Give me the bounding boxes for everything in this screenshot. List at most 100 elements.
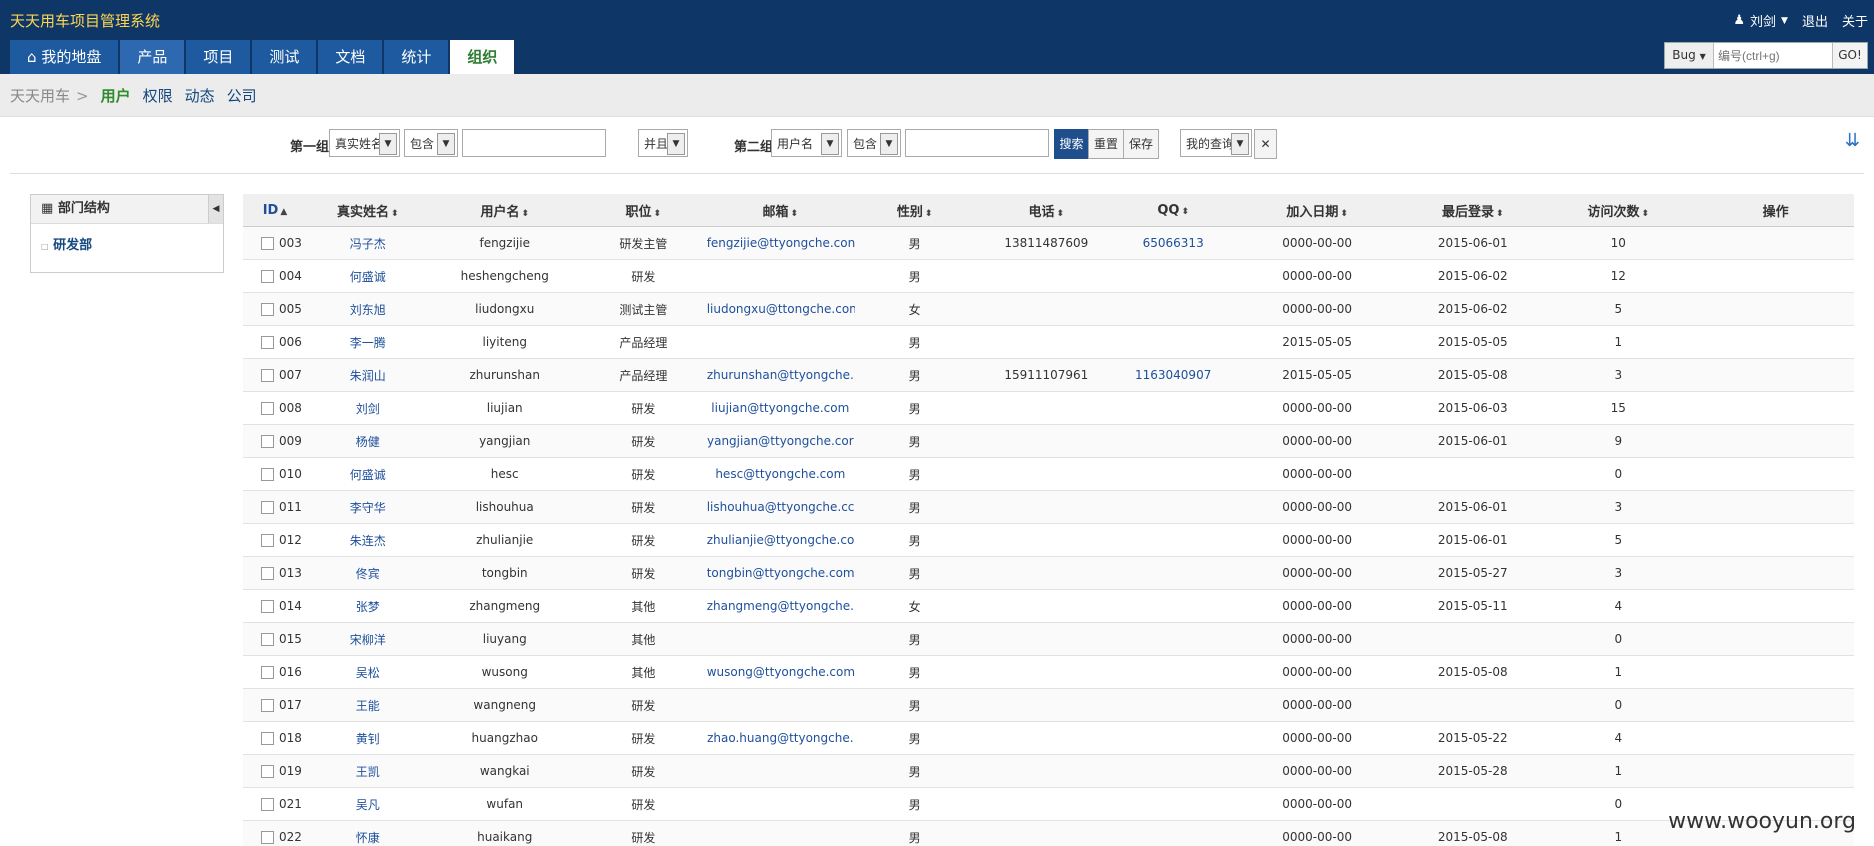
row-checkbox[interactable] — [261, 336, 274, 349]
group1-operator-select[interactable]: 包含 ▼ — [404, 129, 458, 157]
cell-realname[interactable]: 朱连杰 — [306, 523, 429, 557]
cell-email[interactable]: lishouhua@ttyongche.cc — [705, 490, 855, 524]
user-menu[interactable]: ♟ 刘剑 ▼ — [1733, 11, 1788, 30]
group1-field-select[interactable]: 真实姓名 ▼ — [329, 129, 400, 157]
row-checkbox[interactable] — [261, 501, 274, 514]
nav-tab-test[interactable]: 测试 — [252, 40, 317, 74]
logic-select[interactable]: 并且 ▼ — [638, 129, 688, 157]
nav-tab-org[interactable]: 组织 — [450, 40, 515, 74]
cell-email[interactable] — [705, 688, 855, 722]
row-checkbox[interactable] — [261, 798, 274, 811]
cell-qq[interactable] — [1118, 655, 1229, 689]
cell-realname[interactable]: 刘剑 — [306, 391, 429, 425]
cell-realname[interactable]: 吴松 — [306, 655, 429, 689]
column-header-visits[interactable]: 访问次数 ⬍ — [1539, 194, 1698, 227]
cell-qq[interactable] — [1118, 490, 1229, 524]
cell-qq[interactable] — [1118, 688, 1229, 722]
cell-qq[interactable] — [1118, 622, 1229, 656]
breadcrumb-home[interactable]: 天天用车 — [10, 85, 70, 106]
cell-email[interactable]: hesc@ttyongche.com — [705, 457, 855, 491]
nav-tab-my[interactable]: ⌂ 我的地盘 — [10, 40, 119, 74]
cell-qq[interactable]: 1163040907 — [1118, 358, 1229, 392]
cell-realname[interactable]: 李一腾 — [306, 325, 429, 359]
group2-value-input[interactable] — [905, 129, 1049, 157]
cell-email[interactable]: liujian@ttyongche.com — [705, 391, 855, 425]
cell-email[interactable]: fengzijie@ttyongche.con — [705, 226, 855, 260]
cell-realname[interactable]: 宋柳洋 — [306, 622, 429, 656]
group2-field-select[interactable]: 用户名 ▼ — [771, 129, 842, 157]
cell-qq[interactable] — [1118, 259, 1229, 293]
row-checkbox[interactable] — [261, 303, 274, 316]
column-header-phone[interactable]: 电话 ⬍ — [974, 194, 1119, 227]
search-button[interactable]: 搜索 — [1054, 129, 1089, 159]
about-link[interactable]: 关于 — [1842, 11, 1868, 30]
nav-tab-project[interactable]: 项目 — [186, 40, 251, 74]
cell-qq[interactable]: 65066313 — [1118, 226, 1229, 260]
cell-realname[interactable]: 王能 — [306, 688, 429, 722]
my-query-select[interactable]: 我的查询 ▼ — [1180, 129, 1252, 157]
cell-email[interactable] — [705, 622, 855, 656]
row-checkbox[interactable] — [261, 435, 274, 448]
row-checkbox[interactable] — [261, 468, 274, 481]
column-header-id[interactable]: ID ▲ — [243, 194, 307, 227]
row-checkbox[interactable] — [261, 831, 274, 844]
cell-realname[interactable]: 朱润山 — [306, 358, 429, 392]
row-checkbox[interactable] — [261, 732, 274, 745]
cell-realname[interactable]: 杨健 — [306, 424, 429, 458]
cell-email[interactable]: zhao.huang@ttyongche. — [705, 721, 855, 755]
cell-qq[interactable] — [1118, 523, 1229, 557]
column-header-username[interactable]: 用户名 ⬍ — [428, 194, 581, 227]
quick-search-go-button[interactable]: GO! — [1832, 43, 1867, 68]
cell-realname[interactable]: 刘东旭 — [306, 292, 429, 326]
row-checkbox[interactable] — [261, 567, 274, 580]
row-checkbox[interactable] — [261, 600, 274, 613]
subnav-activity[interactable]: 动态 — [185, 85, 215, 106]
column-header-email[interactable]: 邮箱 ⬍ — [705, 194, 855, 227]
cell-email[interactable]: zhulianjie@ttyongche.co — [705, 523, 855, 557]
column-header-last-login[interactable]: 最后登录 ⬍ — [1406, 194, 1540, 227]
row-checkbox[interactable] — [261, 402, 274, 415]
nav-tab-stat[interactable]: 统计 — [384, 40, 449, 74]
cell-qq[interactable] — [1118, 325, 1229, 359]
row-checkbox[interactable] — [261, 270, 274, 283]
cell-qq[interactable] — [1118, 589, 1229, 623]
cell-qq[interactable] — [1118, 787, 1229, 821]
cell-email[interactable]: zhurunshan@ttyongche. — [705, 358, 855, 392]
close-icon[interactable]: ✕ — [1254, 129, 1277, 159]
cell-realname[interactable]: 怀康 — [306, 820, 429, 846]
nav-tab-product[interactable]: 产品 — [120, 40, 185, 74]
column-header-join-date[interactable]: 加入日期 ⬍ — [1228, 194, 1407, 227]
column-header-realname[interactable]: 真实姓名 ⬍ — [306, 194, 429, 227]
group2-operator-select[interactable]: 包含 ▼ — [847, 129, 901, 157]
cell-qq[interactable] — [1118, 391, 1229, 425]
cell-realname[interactable]: 何盛诚 — [306, 457, 429, 491]
row-checkbox[interactable] — [261, 765, 274, 778]
column-header-role[interactable]: 职位 ⬍ — [580, 194, 706, 227]
cell-realname[interactable]: 王凯 — [306, 754, 429, 788]
cell-realname[interactable]: 何盛诚 — [306, 259, 429, 293]
cell-email[interactable]: tongbin@ttyongche.com — [705, 556, 855, 590]
collapse-panel-icon[interactable]: ◀ — [208, 195, 223, 223]
group1-value-input[interactable] — [462, 129, 606, 157]
cell-email[interactable]: yangjian@ttyongche.cor — [705, 424, 855, 458]
cell-realname[interactable]: 吴凡 — [306, 787, 429, 821]
cell-realname[interactable]: 冯子杰 — [306, 226, 429, 260]
cell-qq[interactable] — [1118, 292, 1229, 326]
row-checkbox[interactable] — [261, 666, 274, 679]
subnav-users[interactable]: 用户 — [101, 85, 131, 106]
dept-tree-item[interactable]: □ 研发部 — [31, 224, 223, 263]
row-checkbox[interactable] — [261, 699, 274, 712]
cell-realname[interactable]: 黄钊 — [306, 721, 429, 755]
cell-email[interactable]: zhangmeng@ttyongche. — [705, 589, 855, 623]
save-query-button[interactable]: 保存 — [1123, 129, 1159, 159]
cell-email[interactable]: liudongxu@ttongche.con — [705, 292, 855, 326]
subnav-permissions[interactable]: 权限 — [143, 85, 173, 106]
cell-email[interactable] — [705, 820, 855, 846]
cell-email[interactable]: wusong@ttyongche.com — [705, 655, 855, 689]
cell-qq[interactable] — [1118, 556, 1229, 590]
row-checkbox[interactable] — [261, 633, 274, 646]
cell-qq[interactable] — [1118, 457, 1229, 491]
quick-search-input[interactable] — [1714, 43, 1832, 68]
column-header-qq[interactable]: QQ ⬍ — [1118, 194, 1229, 227]
row-checkbox[interactable] — [261, 369, 274, 382]
